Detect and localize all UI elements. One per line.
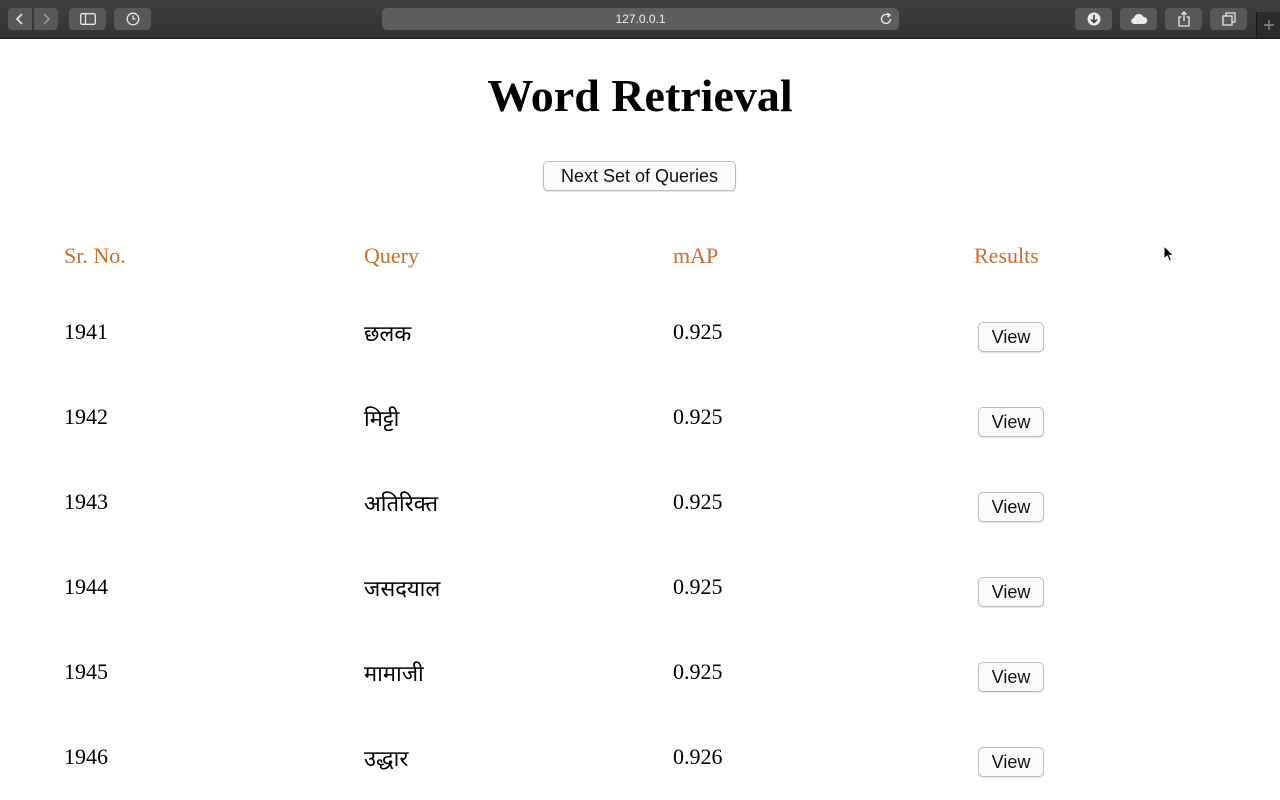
map-cell: 0.925: [673, 319, 723, 344]
share-icon: [1177, 11, 1190, 27]
cloud-icon: [1130, 13, 1147, 25]
header-results: Results: [974, 243, 1039, 268]
map-cell: 0.925: [673, 404, 723, 429]
forward-icon: [43, 13, 51, 25]
query-cell: अतिरिक्त: [364, 491, 439, 516]
mouse-cursor-icon: [1163, 245, 1175, 262]
view-button[interactable]: View: [978, 407, 1044, 437]
header-map: mAP: [673, 243, 719, 268]
back-icon: [15, 13, 23, 25]
new-tab-icon: [1264, 20, 1274, 30]
history-icon: [126, 12, 139, 26]
icloud-tabs-button[interactable]: [1120, 8, 1157, 30]
view-button[interactable]: View: [978, 322, 1044, 352]
next-set-of-queries-button[interactable]: Next Set of Queries: [543, 161, 736, 191]
view-button[interactable]: View: [978, 492, 1044, 522]
reload-icon[interactable]: [879, 12, 893, 26]
downloads-button[interactable]: [1075, 8, 1112, 30]
map-cell: 0.926: [673, 744, 723, 769]
forward-button[interactable]: [34, 8, 58, 30]
url-text: 127.0.0.1: [615, 12, 666, 26]
page-title: Word Retrieval: [487, 70, 793, 121]
map-cell: 0.925: [673, 574, 723, 599]
show-tabs-button[interactable]: [1210, 8, 1247, 30]
tabs-icon: [1221, 12, 1236, 26]
download-icon: [1087, 12, 1100, 26]
sidebar-icon: [79, 13, 96, 25]
sr-no-cell: 1943: [64, 489, 108, 514]
query-cell: मामाजी: [364, 661, 424, 686]
sr-no-cell: 1942: [64, 404, 108, 429]
query-cell: उद्धार: [364, 746, 409, 771]
view-button[interactable]: View: [978, 662, 1044, 692]
sr-no-cell: 1944: [64, 574, 108, 599]
query-cell: छलक: [364, 321, 412, 346]
header-sr-no: Sr. No.: [64, 243, 126, 268]
address-bar[interactable]: 127.0.0.1: [382, 8, 899, 30]
map-cell: 0.925: [673, 659, 723, 684]
new-tab-button[interactable]: [1256, 12, 1280, 38]
sr-no-cell: 1945: [64, 659, 108, 684]
sr-no-cell: 1946: [64, 744, 108, 769]
query-cell: मिट्टी: [364, 406, 400, 431]
browser-toolbar: 127.0.0.1: [0, 0, 1280, 39]
share-button[interactable]: [1165, 8, 1202, 30]
back-button[interactable]: [8, 8, 32, 30]
sidebar-button[interactable]: [69, 8, 106, 30]
query-cell: जसदयाल: [364, 576, 441, 601]
view-button[interactable]: View: [978, 747, 1044, 777]
sr-no-cell: 1941: [64, 319, 108, 344]
map-cell: 0.925: [673, 489, 723, 514]
history-button[interactable]: [114, 8, 151, 30]
header-query: Query: [364, 243, 419, 268]
view-button[interactable]: View: [978, 577, 1044, 607]
